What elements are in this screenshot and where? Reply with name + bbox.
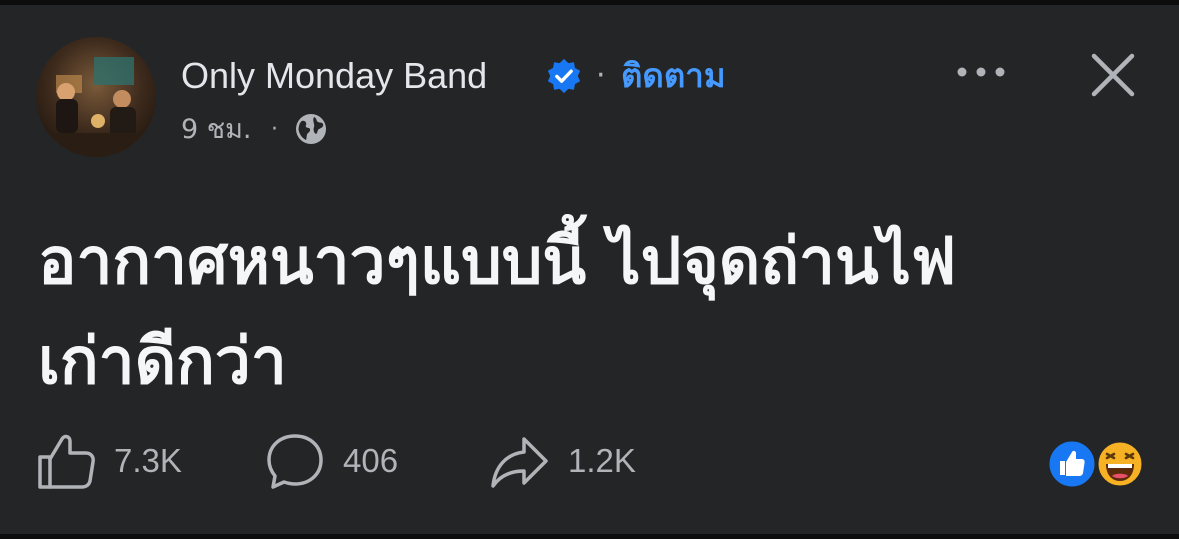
post-message-line: เก่าดีกว่า	[38, 325, 287, 399]
more-horizontal-icon[interactable]	[952, 52, 1012, 92]
page-avatar[interactable]	[36, 37, 156, 157]
like-count: 7.3K	[114, 442, 182, 479]
close-icon[interactable]	[1088, 50, 1138, 100]
meta-separator-dot: ·	[271, 117, 278, 142]
share-button[interactable]: 1.2K	[490, 430, 636, 492]
globe-icon	[296, 114, 326, 144]
share-count: 1.2K	[568, 442, 636, 479]
haha-reaction-icon	[1095, 439, 1145, 489]
comment-bubble-icon	[267, 434, 323, 489]
thumbs-up-icon	[38, 434, 95, 489]
share-arrow-icon	[491, 437, 548, 488]
comment-button[interactable]: 406	[265, 430, 398, 492]
verified-badge-icon	[547, 58, 581, 94]
comment-count: 406	[343, 442, 399, 479]
page-name[interactable]: Only Monday Band	[181, 52, 487, 100]
reaction-summary[interactable]	[1046, 438, 1146, 490]
post-message: อากาศหนาวๆแบบนี้ ไปจุดถ่านไฟ เก่าดีกว่า	[38, 212, 1138, 412]
separator-dot: ·	[596, 58, 606, 93]
post-timestamp[interactable]: 9 ชม.	[181, 110, 251, 150]
like-reaction-icon	[1046, 438, 1098, 490]
follow-button[interactable]: ติดตาม	[621, 52, 726, 100]
like-button[interactable]: 7.3K	[36, 430, 182, 492]
post-message-line: อากาศหนาวๆแบบนี้ ไปจุดถ่านไฟ	[38, 225, 957, 299]
